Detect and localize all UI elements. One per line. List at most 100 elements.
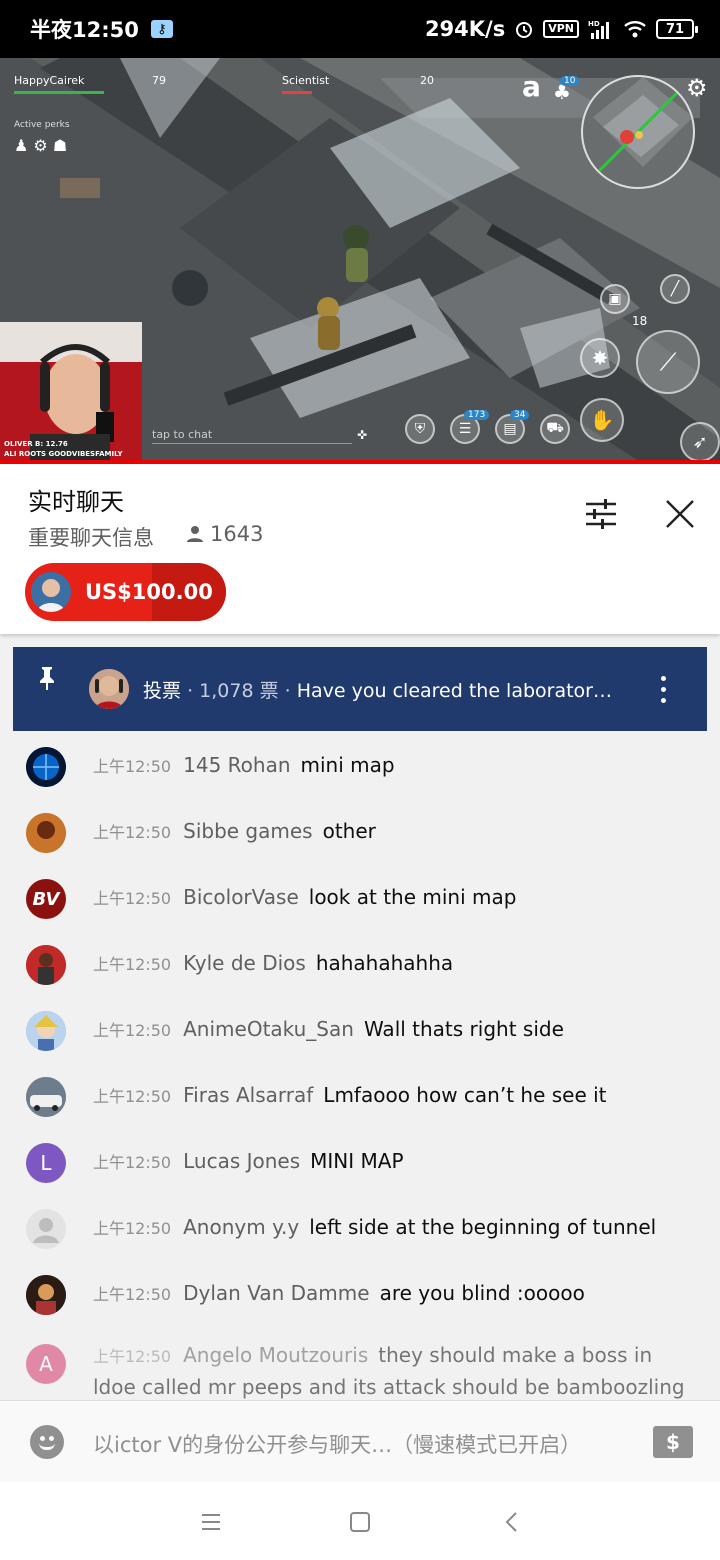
message-time: 上午12:50 [93, 823, 172, 842]
message-line: 上午12:50 Dylan Van Damme are you blind :ooo… [93, 1281, 585, 1305]
sliders-icon [586, 499, 616, 529]
chat-message[interactable]: 上午12:50 145 Rohan mini map [0, 734, 720, 800]
vehicle-icon[interactable]: ⛟ [540, 414, 570, 444]
status-time: 半夜12:50 [30, 18, 139, 42]
message-time: 上午12:50 [93, 757, 172, 776]
chat-header: 实时聊天 重要聊天信息 1643 US$100.00 [0, 464, 720, 634]
viewer-count: 1643 [186, 522, 263, 546]
message-time: 上午12:50 [93, 1153, 172, 1172]
chat-message[interactable]: 上午12:50 AnimeOtaku_San Wall thats right si… [0, 998, 720, 1064]
super-chat-icon[interactable]: $ [653, 1426, 693, 1458]
message-author[interactable]: Firas Alsarraf [183, 1083, 313, 1107]
person-icon [187, 526, 203, 542]
message-time: 上午12:50 [93, 955, 172, 974]
message-text: Wall thats right side [363, 1017, 564, 1041]
system-nav-bar [0, 1482, 720, 1560]
message-author[interactable]: 145 Rohan [183, 753, 290, 777]
close-chat-button[interactable] [658, 492, 702, 536]
message-author[interactable]: BicolorVase [183, 885, 299, 909]
message-line: 上午12:50 Sibbe games other [93, 819, 376, 843]
message-line: 上午12:50 Anonym y.y left side at the beginn… [93, 1215, 656, 1239]
message-line: 上午12:50 Firas Alsarraf Lmfaooo how can’t h… [93, 1083, 607, 1107]
author-avatar [26, 1209, 66, 1249]
message-text: are you blind :ooooo [379, 1281, 585, 1305]
chat-message[interactable]: 上午12:50 Kyle de Dios hahahahahha [0, 932, 720, 998]
author-avatar: A [26, 1344, 66, 1384]
message-text: MINI MAP [310, 1149, 404, 1173]
perks-label: Active perks [14, 120, 70, 130]
status-bar: 半夜12:50 ⚷ 294K/s VPN HD 71 [0, 0, 720, 58]
tap-to-chat[interactable]: tap to chat [152, 428, 352, 444]
ammo-count: 18 [632, 314, 648, 328]
back-button[interactable] [495, 1506, 527, 1538]
hand-icon[interactable]: ✋ [580, 398, 624, 442]
message-line: 上午12:50 Angelo Moutzouris they should make… [93, 1340, 693, 1400]
filter-button[interactable] [579, 492, 623, 536]
cam-caption-1: OLIVER B: 12.76 [4, 440, 68, 448]
weapon-icon[interactable]: ⟋ [636, 330, 700, 394]
message-line: 上午12:50 AnimeOtaku_San Wall thats right si… [93, 1017, 564, 1041]
alarm-icon [516, 22, 533, 38]
chat-message[interactable]: 上午12:50 Dylan Van Damme are you blind :ooo… [0, 1262, 720, 1328]
signal-icon: HD [588, 20, 609, 39]
chat-message[interactable]: 上午12:50 Anonym y.y left side at the beginn… [0, 1196, 720, 1262]
backpack-icon[interactable]: ▣ [600, 284, 630, 314]
poll-author-avatar [89, 669, 129, 709]
message-time: 上午12:50 [93, 889, 172, 908]
pin-icon [13, 665, 81, 691]
status-right: 294K/s VPN HD 71 [425, 17, 698, 41]
message-author[interactable]: Angelo Moutzouris [183, 1343, 368, 1367]
wifi-icon [624, 21, 646, 38]
chat-message[interactable]: BV 上午12:50 BicolorVase look at the mini ma… [0, 866, 720, 932]
chat-input-bar: 以ictor V的身份公开参与聊天…（慢速模式已开启） $ [0, 1400, 720, 1482]
superchat-ticker[interactable]: US$100.00 [25, 563, 226, 621]
rifle-icon[interactable]: ╱ [660, 274, 690, 304]
svg-text:HD: HD [588, 20, 600, 28]
attack-icon[interactable]: ✸ [580, 338, 620, 378]
message-author[interactable]: Sibbe games [183, 819, 312, 843]
sprint-icon[interactable]: ➶ [680, 422, 720, 462]
chat-message[interactable]: 上午12:50 Sibbe games other [0, 800, 720, 866]
message-author[interactable]: Dylan Van Damme [183, 1281, 369, 1305]
settings-icon[interactable]: ⚙ [686, 74, 708, 102]
player-right-health [282, 91, 312, 94]
home-button[interactable] [344, 1506, 376, 1538]
message-text: left side at the beginning of tunnel [309, 1215, 657, 1239]
message-author[interactable]: Kyle de Dios [183, 951, 306, 975]
author-avatar [26, 813, 66, 853]
emoji-icon[interactable] [30, 1425, 64, 1459]
message-author[interactable]: Anonym y.y [183, 1215, 299, 1239]
author-avatar [26, 1077, 66, 1117]
message-text: they should make a boss in ldoe called m… [93, 1343, 685, 1399]
author-avatar [26, 1275, 66, 1315]
pinned-poll-banner[interactable]: 投票 · 1,078 票 · Have you cleared the labo… [13, 647, 707, 731]
cam-caption-2: ALI ROOTS GOODVIBESFAMILY [4, 450, 123, 458]
more-options-icon[interactable] [661, 675, 667, 703]
player-right-name: Scientist [282, 74, 330, 87]
author-avatar: L [26, 1143, 66, 1183]
chat-message[interactable]: 上午12:50 Firas Alsarraf Lmfaooo how can’t h… [0, 1064, 720, 1130]
recents-button[interactable] [195, 1506, 227, 1538]
author-avatar: BV [26, 879, 66, 919]
coins-badge: 173 [464, 410, 490, 420]
chat-message[interactable]: L 上午12:50 Lucas Jones MINI MAP [0, 1130, 720, 1196]
shield-icon[interactable]: ⛨ [405, 414, 435, 444]
back-chevron-icon [505, 1512, 517, 1532]
chat-message-list[interactable]: 上午12:50 145 Rohan mini map 上午12:50 Sibbe ga… [0, 734, 720, 1400]
expand-icon[interactable]: ✜ [357, 428, 367, 442]
message-line: 上午12:50 BicolorVase look at the mini map [93, 885, 516, 909]
chat-input[interactable]: 以ictor V的身份公开参与聊天…（慢速模式已开启） [93, 1429, 581, 1459]
message-author[interactable]: AnimeOtaku_San [183, 1017, 354, 1041]
a-icon[interactable]: a [522, 70, 541, 103]
message-line: 上午12:50 Lucas Jones MINI MAP [93, 1149, 404, 1173]
group-badge: 10 [560, 76, 580, 86]
chat-title[interactable]: 实时聊天 [28, 482, 124, 517]
minimap[interactable] [581, 75, 695, 189]
chat-message[interactable]: A 上午12:50 Angelo Moutzouris they should ma… [0, 1328, 720, 1400]
message-author[interactable]: Lucas Jones [183, 1149, 300, 1173]
author-avatar [26, 945, 66, 985]
video-player[interactable]: HappyCairek 79 Scientist 20 Active perks… [0, 58, 720, 462]
chat-mode-label[interactable]: 重要聊天信息 [28, 522, 154, 552]
message-text: mini map [300, 753, 395, 777]
key-icon: ⚷ [150, 20, 173, 38]
